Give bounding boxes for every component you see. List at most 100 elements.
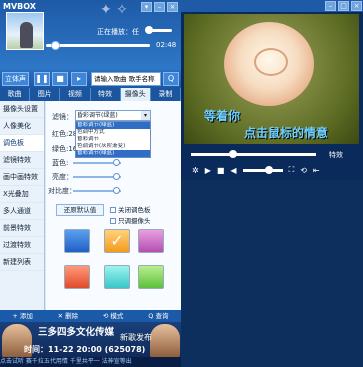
sidebar-item-beautify[interactable]: 人像美化 bbox=[0, 118, 44, 135]
swatch-blue[interactable] bbox=[64, 229, 90, 253]
add-button[interactable]: + 添加 bbox=[0, 310, 45, 322]
brightness-label: 亮度： bbox=[52, 173, 73, 181]
lyric-rest: 鼠标的情意 bbox=[268, 126, 329, 140]
stereo-button[interactable]: 立体声 bbox=[2, 72, 29, 86]
tab-bar: 歌曲 图片 视频 特效 摄像头 录制 bbox=[0, 88, 181, 101]
sidebar-item-filter[interactable]: 滤镜特效 bbox=[0, 152, 44, 169]
mode-button[interactable]: ⟲ 模式 bbox=[91, 310, 136, 322]
sidebar-item-palette[interactable]: 调色板 bbox=[0, 135, 44, 152]
sidebar-item-new-list[interactable]: 新建列表 bbox=[0, 254, 44, 271]
red-label: 红色:28 bbox=[52, 130, 78, 138]
ad-new-release: 新歌发布 bbox=[120, 333, 152, 342]
progress-slider[interactable] bbox=[46, 41, 150, 50]
swatch-green[interactable] bbox=[138, 265, 164, 289]
checkbox-box[interactable] bbox=[110, 207, 116, 213]
left-panel: MVBOX ▾ – × ✦ ✧ 正在播放：任 02:48 立体声 ❚❚ ■ ▸ … bbox=[0, 0, 181, 367]
ad-title: 三多四多文化传媒 bbox=[38, 327, 115, 338]
video-progress-slider[interactable] bbox=[191, 150, 316, 158]
video-window: – □ × 等着你 点击鼠标的情意 特效 ✲ ▶ ■ ◀ ⛶ ⟲ ⇤ bbox=[181, 0, 363, 367]
settings-icon[interactable]: ✲ bbox=[192, 166, 199, 175]
volume-slider[interactable] bbox=[145, 26, 172, 34]
tab-video[interactable]: 视频 bbox=[60, 88, 91, 101]
blue-slider-handle[interactable] bbox=[113, 159, 120, 166]
tab-effects[interactable]: 特效 bbox=[91, 88, 121, 101]
album-art bbox=[6, 12, 44, 50]
play-time: 02:48 bbox=[156, 41, 177, 49]
filter-option[interactable]: 色调中方式 bbox=[76, 129, 150, 136]
ad-banner[interactable]: 三多四多文化传媒 新歌发布 时间：11-22 20:00 (625078) 点击… bbox=[0, 322, 181, 367]
tab-camera[interactable]: 摄像头 bbox=[120, 88, 151, 101]
sidebar-item-camera-settings[interactable]: 摄像头设置 bbox=[0, 101, 44, 118]
ad-time: 时间：11-22 20:00 (625078) bbox=[24, 345, 146, 354]
filter-option[interactable]: 色调调节(灰阶渐变) bbox=[76, 143, 150, 150]
volume-icon[interactable]: ◀ bbox=[230, 166, 236, 175]
next-button[interactable]: ▸ bbox=[71, 72, 87, 86]
chevron-down-icon[interactable]: ▾ bbox=[141, 111, 150, 120]
search-input[interactable]: 请输入歌曲 歌手名称 bbox=[91, 72, 161, 86]
filter-option[interactable]: 昏彩调节(绿蓝) bbox=[76, 150, 150, 157]
brightness-slider-handle[interactable] bbox=[113, 173, 120, 180]
check-icon: ✓ bbox=[110, 231, 124, 250]
ad-marquee[interactable]: 点击试听 赛千拉五代用情 千里共平一 法神宣等出 bbox=[0, 357, 181, 367]
tab-pictures[interactable]: 图片 bbox=[30, 88, 61, 101]
video-volume-slider[interactable] bbox=[242, 165, 283, 174]
blue-label: 蓝色: bbox=[52, 159, 69, 167]
checkbox-box[interactable] bbox=[110, 218, 116, 224]
close-icon[interactable]: × bbox=[167, 2, 178, 12]
sidebar-item-pip[interactable]: 画中画特效 bbox=[0, 169, 44, 186]
contrast-slider-handle[interactable] bbox=[113, 187, 120, 194]
filter-option[interactable]: 昏彩调节(绿蓝) bbox=[76, 122, 150, 129]
video-display[interactable]: 等着你 点击鼠标的情意 bbox=[184, 14, 359, 144]
swatch-cyan[interactable] bbox=[104, 265, 130, 289]
camera-only-checkbox[interactable]: 只调摄像头 bbox=[110, 215, 151, 225]
tab-record[interactable]: 录制 bbox=[151, 88, 181, 101]
sidebar-item-transition[interactable]: 过渡特效 bbox=[0, 237, 44, 254]
video-volume-handle[interactable] bbox=[264, 165, 273, 174]
close-icon[interactable]: × bbox=[351, 1, 362, 11]
filter-select[interactable]: 昏彩调节(绿蓝) ▾ bbox=[75, 110, 151, 121]
close-palette-label: 关闭调色板 bbox=[118, 206, 151, 214]
control-bar: 立体声 ❚❚ ■ ▸ 请输入歌曲 歌手名称 Q bbox=[0, 70, 181, 88]
dock-icon[interactable]: ⇤ bbox=[313, 166, 320, 175]
video-titlebar: – □ × bbox=[181, 0, 363, 12]
query-button[interactable]: Q 查询 bbox=[136, 310, 181, 322]
sidebar-item-multichannel[interactable]: 多人通道 bbox=[0, 203, 44, 220]
app-logo: MVBOX bbox=[3, 2, 36, 11]
pause-button[interactable]: ❚❚ bbox=[34, 72, 50, 86]
video-window-body bbox=[181, 180, 363, 367]
search-icon[interactable]: Q bbox=[163, 72, 179, 86]
green-label: 绿色:16 bbox=[52, 145, 78, 153]
restore-default-button[interactable]: 还原默认值 bbox=[56, 204, 104, 216]
contrast-label: 对比度： bbox=[48, 187, 76, 195]
palette-panel: 滤镜： 昏彩调节(绿蓝) ▾ 昏彩调节(绿蓝) 色调中方式 昏彩调节 色调调节(… bbox=[46, 101, 181, 310]
repeat-icon[interactable]: ⟲ bbox=[300, 166, 307, 175]
play-icon[interactable]: ▶ bbox=[205, 166, 211, 175]
close-palette-checkbox[interactable]: 关闭调色板 bbox=[110, 204, 151, 214]
sidebar-item-xray[interactable]: X光叠加 bbox=[0, 186, 44, 203]
stop-button[interactable]: ■ bbox=[52, 72, 68, 86]
minimize-icon[interactable]: – bbox=[325, 1, 336, 11]
effect-label[interactable]: 特效 bbox=[329, 150, 343, 160]
delete-button[interactable]: ✕ 删除 bbox=[45, 310, 90, 322]
filter-dropdown: 昏彩调节(绿蓝) 色调中方式 昏彩调节 色调调节(灰阶渐变) 昏彩调节(绿蓝) bbox=[75, 121, 151, 158]
blue-slider[interactable] bbox=[73, 159, 121, 166]
lyric-highlight: 点击 bbox=[244, 126, 269, 140]
tab-songs[interactable]: 歌曲 bbox=[0, 88, 31, 101]
sidebar-item-foreground[interactable]: 前景特效 bbox=[0, 220, 44, 237]
filter-select-value: 昏彩调节(绿蓝) bbox=[77, 112, 118, 119]
swatch-orange-selected[interactable]: ✓ bbox=[104, 229, 130, 253]
contrast-slider[interactable] bbox=[73, 187, 121, 194]
sidebar: 摄像头设置 人像美化 调色板 滤镜特效 画中画特效 X光叠加 多人通道 前景特效… bbox=[0, 101, 45, 310]
maximize-icon[interactable]: □ bbox=[338, 1, 349, 11]
swatch-red[interactable] bbox=[64, 265, 90, 289]
volume-handle[interactable] bbox=[145, 26, 153, 34]
swatch-purple[interactable] bbox=[138, 229, 164, 253]
stop-icon[interactable]: ■ bbox=[217, 166, 225, 175]
filter-option[interactable]: 昏彩调节 bbox=[76, 136, 150, 143]
fullscreen-icon[interactable]: ⛶ bbox=[289, 165, 295, 175]
brightness-slider[interactable] bbox=[73, 173, 121, 180]
lyric-line-2: 点击鼠标的情意 bbox=[244, 124, 328, 141]
video-controls: ✲ ▶ ■ ◀ ⛶ ⟲ ⇤ bbox=[184, 163, 359, 177]
video-progress-handle[interactable] bbox=[229, 150, 237, 158]
progress-handle[interactable] bbox=[51, 41, 60, 50]
